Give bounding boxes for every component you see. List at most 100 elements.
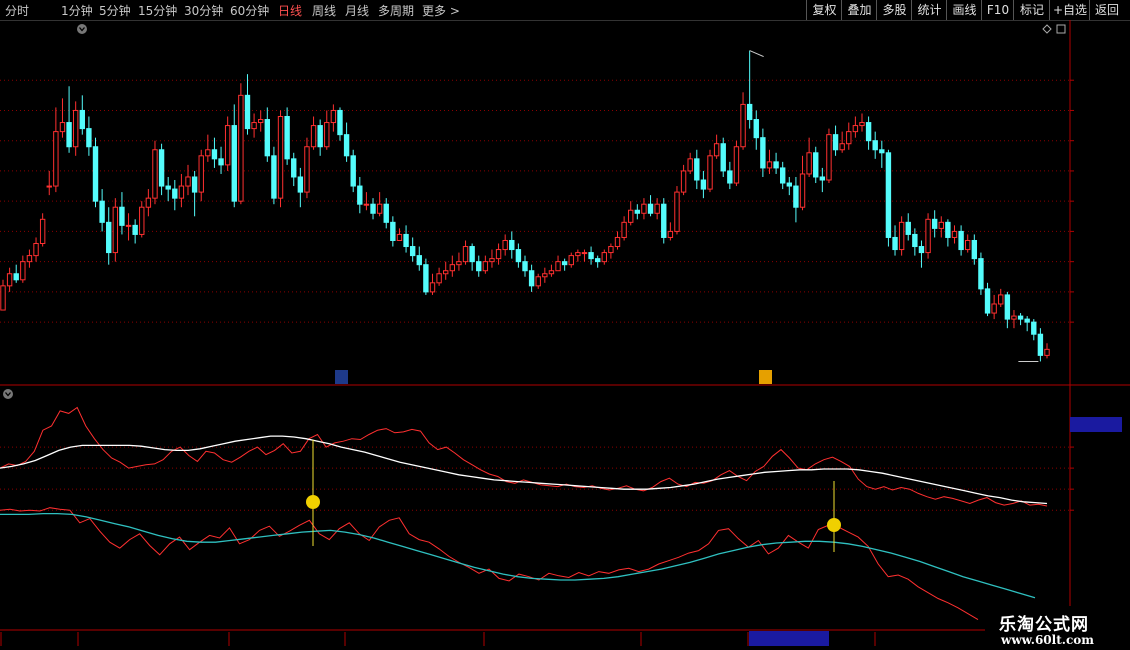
candle: [535, 273, 541, 289]
candle: [628, 201, 634, 226]
candle: [350, 149, 356, 193]
candle-body: [918, 246, 925, 254]
candle: [125, 213, 132, 241]
indicator-dropdown-icon: [3, 389, 13, 399]
mark-button[interactable]: 标记: [1013, 0, 1050, 20]
candle-body: [859, 122, 865, 127]
candle: [191, 170, 198, 217]
candle: [885, 149, 892, 247]
candle-body: [26, 255, 33, 263]
candle-body: [746, 103, 753, 121]
candle: [601, 249, 607, 265]
candle: [46, 170, 52, 196]
candle: [799, 155, 806, 211]
candle: [409, 237, 416, 262]
candle: [641, 198, 647, 220]
draw-line-button[interactable]: 画线: [946, 0, 982, 20]
multi-stock-button[interactable]: 多股: [876, 0, 912, 20]
indicator-cyan-lower-line: [0, 512, 1036, 599]
candle: [846, 122, 852, 150]
period-30min[interactable]: 30分钟: [184, 2, 223, 19]
period-fenshi[interactable]: 分时: [5, 2, 29, 19]
candle: [383, 198, 389, 229]
f10-button[interactable]: F10: [981, 0, 1014, 20]
candle-body: [363, 203, 370, 206]
candle: [66, 86, 72, 153]
candle: [542, 267, 548, 283]
period-monthly[interactable]: 月线: [345, 2, 369, 19]
candle-body: [661, 203, 667, 238]
candle: [773, 152, 779, 174]
candle: [482, 255, 489, 274]
candle-body: [912, 233, 918, 248]
candle: [310, 116, 317, 150]
period-60min[interactable]: 60分钟: [230, 2, 269, 19]
stats-button[interactable]: 统计: [911, 0, 947, 20]
candle-body: [832, 134, 839, 151]
candle-body: [370, 203, 376, 214]
candle-body: [826, 134, 832, 181]
period-more[interactable]: 更多 >: [422, 2, 460, 19]
candle: [224, 116, 231, 171]
back-button[interactable]: 返回: [1089, 0, 1124, 20]
candle-body: [515, 249, 522, 263]
candle-body: [1037, 333, 1044, 356]
candle-body: [951, 230, 958, 238]
period-weekly[interactable]: 周线: [312, 2, 336, 19]
candle-body: [502, 239, 508, 251]
fuquan-button[interactable]: 复权: [806, 0, 842, 20]
candle-body: [522, 261, 528, 272]
candle-body: [865, 122, 872, 142]
add-watchlist-button[interactable]: +自选: [1049, 0, 1090, 20]
period-15min[interactable]: 15分钟: [138, 2, 177, 19]
candle-body: [86, 128, 92, 148]
event-mark-box: [759, 370, 772, 384]
period-multi[interactable]: 多周期: [378, 2, 414, 19]
candle-body: [793, 185, 799, 208]
candle: [965, 234, 971, 253]
candle: [462, 240, 469, 265]
candle-body: [667, 230, 674, 238]
candle: [839, 131, 845, 153]
indicator-white-upper-line: [0, 435, 1048, 505]
overlay-button[interactable]: 叠加: [841, 0, 877, 20]
period-1min[interactable]: 1分钟: [61, 2, 93, 19]
candle-body: [852, 125, 859, 133]
candle-body: [931, 218, 938, 229]
candle: [509, 231, 515, 259]
candle: [72, 101, 79, 156]
candle: [522, 255, 528, 277]
candle-body: [6, 273, 13, 287]
candle-body: [674, 191, 680, 232]
candle-body: [317, 125, 323, 148]
candle-body: [125, 224, 132, 227]
candle: [357, 176, 363, 214]
candle-body: [614, 236, 621, 248]
candle: [489, 249, 495, 268]
candle-body: [13, 273, 19, 281]
candle-body: [727, 170, 733, 184]
candle: [852, 116, 859, 138]
candle: [39, 213, 46, 247]
candle-body: [621, 221, 627, 238]
candle-body: [694, 158, 700, 181]
candle: [165, 176, 171, 202]
period-daily[interactable]: 日线: [278, 2, 302, 19]
candle-body: [244, 94, 251, 130]
candle: [277, 110, 284, 208]
period-5min[interactable]: 5分钟: [99, 2, 131, 19]
candle: [608, 243, 614, 259]
stock-chart[interactable]: [0, 20, 1130, 650]
candle-body: [53, 131, 59, 187]
candle-body: [998, 294, 1004, 305]
signal-smiley: [827, 518, 841, 532]
candle-body: [198, 155, 204, 193]
candle: [647, 195, 654, 217]
candle: [694, 149, 700, 190]
period-toolbar: 分时 1分钟 5分钟 15分钟 30分钟 60分钟 日线 周线 月线 多周期 更…: [0, 0, 1130, 21]
candle-body: [20, 261, 26, 281]
candle: [667, 222, 674, 241]
candle: [634, 204, 641, 220]
candle-body: [846, 131, 852, 145]
candle-body: [799, 173, 806, 208]
